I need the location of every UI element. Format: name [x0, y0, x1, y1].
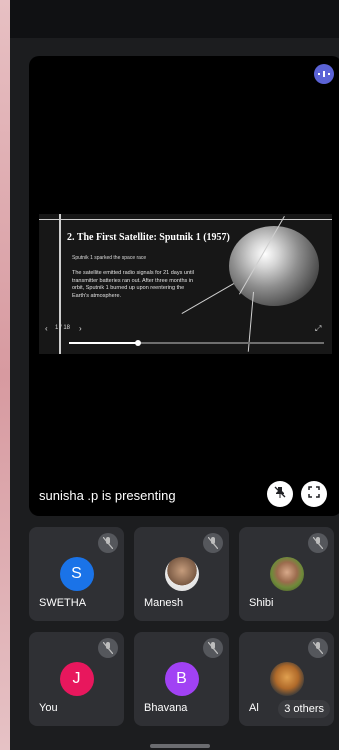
meet-app: 2. The First Satellite: Sputnik 1 (1957)…: [10, 0, 339, 750]
others-count-chip[interactable]: 3 others: [278, 700, 330, 718]
participant-name: Manesh: [144, 597, 184, 609]
participant-name: SWETHA: [39, 597, 87, 609]
participant-name: You: [39, 702, 58, 714]
shared-slide: 2. The First Satellite: Sputnik 1 (1957)…: [39, 214, 332, 354]
avatar: S: [59, 557, 94, 591]
fullscreen-icon: [307, 485, 321, 504]
avatar: B: [164, 662, 199, 696]
mic-off-icon: [308, 638, 328, 658]
participant-name: Shibi: [249, 597, 274, 609]
mic-off-icon: [98, 638, 118, 658]
presentation-stage[interactable]: 2. The First Satellite: Sputnik 1 (1957)…: [29, 56, 339, 516]
slide-vertical-line: [59, 214, 61, 354]
participant-name: Bhavana: [144, 702, 188, 714]
participant-tile-shibi[interactable]: Shibi: [239, 527, 334, 621]
participant-tile-manesh[interactable]: Manesh: [134, 527, 229, 621]
participant-tile-swetha[interactable]: S SWETHA: [29, 527, 124, 621]
slide-top-line: [39, 219, 332, 220]
slide-title: 2. The First Satellite: Sputnik 1 (1957): [67, 232, 230, 243]
avatar-photo: [164, 557, 199, 591]
avatar: J: [59, 662, 94, 696]
sputnik-image: [229, 226, 319, 306]
unpin-icon: [273, 485, 287, 504]
home-indicator: [150, 744, 210, 748]
presenter-label: sunisha .p is presenting: [39, 488, 176, 503]
slide-page: 1 / 18: [55, 325, 71, 331]
participant-tile-others[interactable]: Al 3 others: [239, 632, 334, 726]
participant-name: Al: [249, 702, 259, 714]
prev-slide-icon[interactable]: ‹: [45, 324, 48, 333]
mic-off-icon: [98, 533, 118, 553]
next-slide-icon[interactable]: ›: [79, 324, 82, 333]
participant-tile-you[interactable]: J You: [29, 632, 124, 726]
audio-level-icon[interactable]: [314, 64, 334, 84]
avatar-photo: [269, 662, 304, 696]
top-bar: [10, 0, 339, 38]
slide-progress-fill: [69, 342, 138, 344]
fullscreen-button[interactable]: [301, 481, 327, 507]
participant-tile-bhavana[interactable]: B Bhavana: [134, 632, 229, 726]
mic-off-icon: [203, 533, 223, 553]
slide-progress-handle[interactable]: [134, 340, 141, 346]
mic-off-icon: [203, 638, 223, 658]
mic-off-icon: [308, 533, 328, 553]
expand-icon[interactable]: ⤢: [315, 324, 321, 334]
avatar-photo: [269, 557, 304, 591]
slide-body: The satellite emitted radio signals for …: [72, 270, 194, 299]
unpin-button[interactable]: [267, 481, 293, 507]
slide-progress[interactable]: [69, 340, 324, 346]
slide-subtitle: Sputnik 1 sparked the space race: [72, 255, 147, 261]
